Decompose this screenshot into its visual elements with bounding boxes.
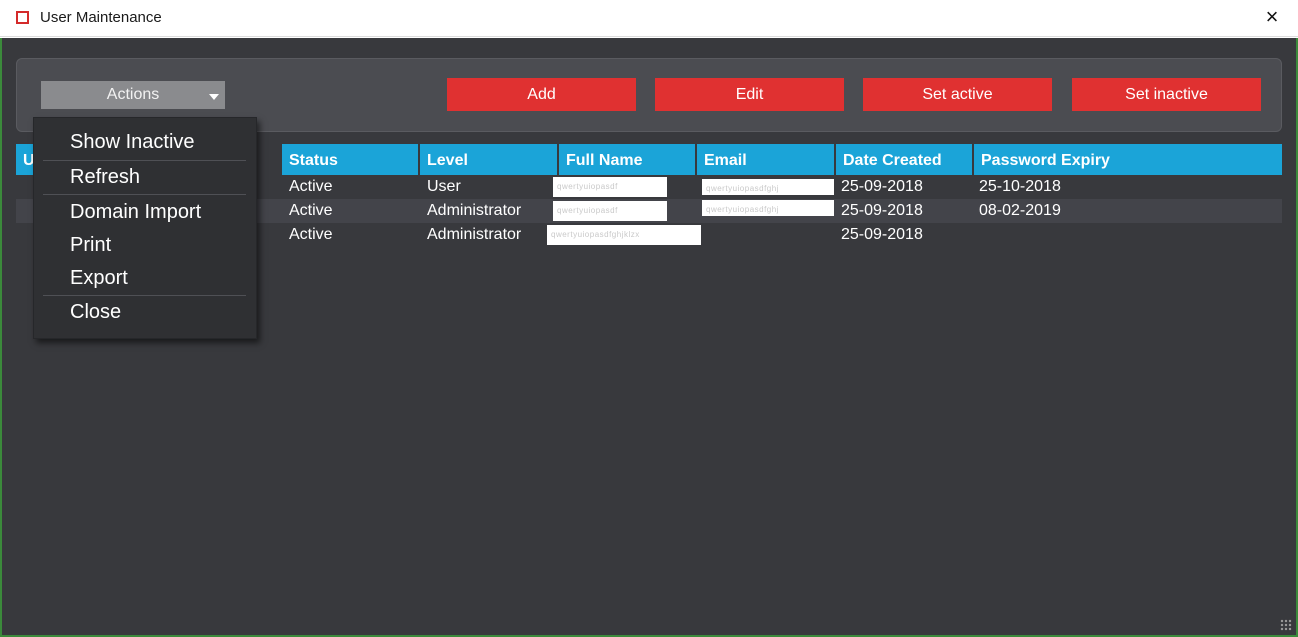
- redacted-full-name: qwertyuiopasdfghjklzx: [547, 225, 701, 245]
- column-header-date-created[interactable]: Date Created: [836, 144, 974, 175]
- column-header-level[interactable]: Level: [420, 144, 559, 175]
- chevron-down-icon: [209, 94, 219, 100]
- date-created-cell: 25-09-2018: [841, 202, 923, 219]
- menu-item-export[interactable]: Export: [70, 267, 128, 290]
- date-created-cell: 25-09-2018: [841, 178, 923, 195]
- status-cell: Active: [289, 202, 333, 219]
- edit-button[interactable]: Edit: [655, 78, 844, 111]
- menu-item-refresh[interactable]: Refresh: [70, 166, 140, 189]
- menu-item-close[interactable]: Close: [70, 301, 121, 324]
- menu-item-domain-import[interactable]: Domain Import: [70, 201, 201, 224]
- actions-label: Actions: [106, 86, 160, 103]
- set-active-button[interactable]: Set active: [863, 78, 1052, 111]
- actions-dropdown[interactable]: Actions: [41, 81, 225, 109]
- column-header-email[interactable]: Email: [697, 144, 836, 175]
- redacted-full-name: qwertyuiopasdf: [553, 177, 667, 197]
- menu-divider: [43, 194, 246, 195]
- status-cell: Active: [289, 178, 333, 195]
- level-cell: User: [427, 178, 461, 195]
- date-created-cell: 25-09-2018: [841, 226, 923, 243]
- main-content: Actions Add Edit Set active Set inactive…: [0, 38, 1298, 637]
- actions-menu: Show Inactive Refresh Domain Import Prin…: [33, 117, 257, 339]
- redacted-email: qwertyuiopasdfghj: [702, 179, 834, 195]
- menu-divider: [43, 295, 246, 296]
- redacted-full-name: qwertyuiopasdf: [553, 201, 667, 221]
- resize-grip-icon[interactable]: [1280, 619, 1292, 631]
- menu-item-show-inactive[interactable]: Show Inactive: [70, 131, 195, 154]
- column-header-password-expiry[interactable]: Password Expiry: [974, 144, 1282, 175]
- level-cell: Administrator: [427, 226, 522, 243]
- add-button[interactable]: Add: [447, 78, 636, 111]
- password-expiry-cell: [972, 223, 979, 247]
- password-expiry-cell: 08-02-2019: [979, 202, 1061, 219]
- window-title: User Maintenance: [40, 9, 162, 26]
- set-inactive-button[interactable]: Set inactive: [1072, 78, 1261, 111]
- title-bar: User Maintenance ×: [0, 0, 1298, 37]
- column-header-full-name[interactable]: Full Name: [559, 144, 697, 175]
- redacted-email: qwertyuiopasdfghj: [702, 200, 834, 216]
- column-header-status[interactable]: Status: [282, 144, 420, 175]
- password-expiry-cell: 25-10-2018: [979, 178, 1061, 195]
- menu-divider: [43, 160, 246, 161]
- app-icon: [16, 11, 29, 24]
- close-icon[interactable]: ×: [1260, 4, 1284, 30]
- status-cell: Active: [289, 226, 333, 243]
- menu-item-print[interactable]: Print: [70, 234, 111, 257]
- level-cell: Administrator: [427, 202, 522, 219]
